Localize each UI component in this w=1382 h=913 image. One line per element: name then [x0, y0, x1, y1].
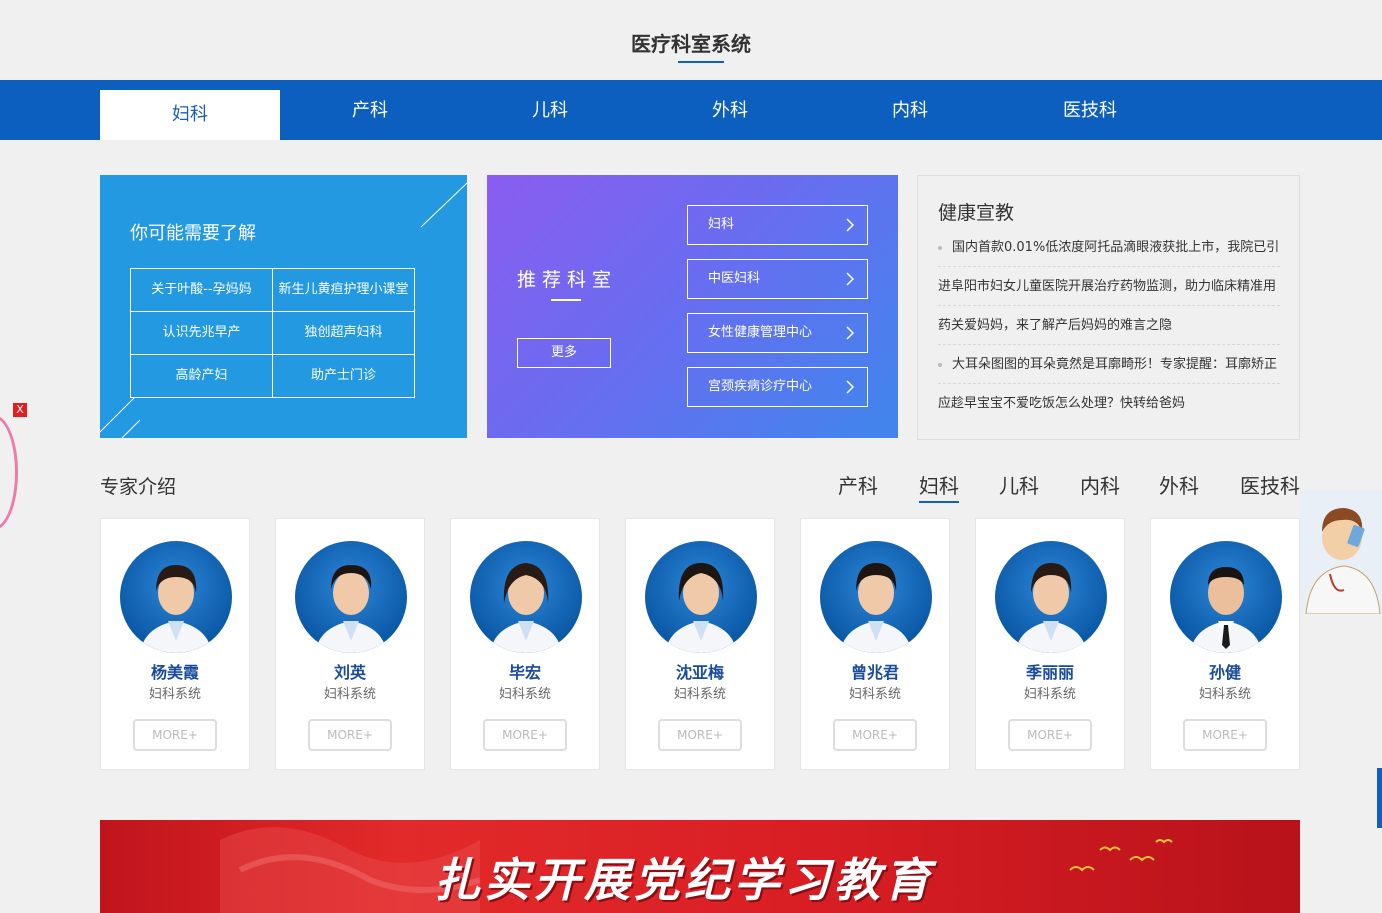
- expert-tab-obstetrics[interactable]: 产科: [838, 470, 878, 499]
- learn-item[interactable]: 独创超声妇科: [273, 312, 415, 355]
- doctor-name: 杨美霞: [150, 663, 199, 682]
- doctor-more-button[interactable]: MORE+: [133, 719, 217, 751]
- doctor-photo: [995, 541, 1107, 653]
- expert-tab-gynecology[interactable]: 妇科: [919, 470, 959, 503]
- recommend-item-label: 宫颈疾病诊疗中心: [708, 379, 813, 394]
- learn-item[interactable]: 关于叶酸--孕妈妈: [131, 269, 273, 312]
- floating-doctor-widget[interactable]: [1300, 490, 1382, 614]
- learn-item[interactable]: 助产士门诊: [273, 355, 415, 398]
- doctor-card[interactable]: 季丽丽 妇科系统 MORE+: [975, 518, 1125, 770]
- doctor-photo: [820, 541, 932, 653]
- department-nav: 妇科 产科 儿科 外科 内科 医技科: [0, 80, 1382, 140]
- doctor-name: 孙健: [1208, 663, 1241, 682]
- expert-tab-surgery[interactable]: 外科: [1159, 470, 1199, 499]
- doctor-dept: 妇科系统: [148, 687, 201, 702]
- news-item[interactable]: 药关爱妈妈，来了解产后妈妈的难言之隐: [938, 306, 1280, 345]
- learn-item[interactable]: 认识先兆早产: [131, 312, 273, 355]
- banner-slogan: 扎实开展党纪学习教育: [434, 853, 934, 907]
- chevron-right-icon: [846, 326, 855, 340]
- doctor-dept: 妇科系统: [1198, 687, 1251, 702]
- chevron-right-icon: [846, 380, 855, 394]
- close-icon[interactable]: X: [13, 403, 27, 417]
- news-title: 健康宣教: [938, 202, 1015, 224]
- party-education-banner[interactable]: 扎实开展党纪学习教育: [100, 820, 1300, 913]
- recommend-item-label: 女性健康管理中心: [708, 325, 813, 340]
- doctor-dept: 妇科系统: [323, 687, 376, 702]
- tab-surgery[interactable]: 外科: [640, 90, 820, 140]
- learn-grid: 关于叶酸--孕妈妈 新生儿黄疸护理小课堂 认识先兆早产 独创超声妇科 高龄产妇 …: [130, 268, 415, 398]
- tab-gynecology[interactable]: 妇科: [100, 90, 280, 140]
- recommend-item[interactable]: 宫颈疾病诊疗中心: [687, 367, 868, 407]
- doctor-card[interactable]: 杨美霞 妇科系统 MORE+: [100, 518, 250, 770]
- section-header: 医疗科室系统: [0, 0, 1382, 80]
- doctor-dept: 妇科系统: [498, 687, 551, 702]
- news-item[interactable]: 进阜阳市妇女儿童医院开展治疗药物监测，助力临床精准用: [938, 267, 1280, 306]
- recommend-item[interactable]: 妇科: [687, 205, 868, 245]
- tab-medical-technology[interactable]: 医技科: [1000, 90, 1180, 140]
- doctor-name: 刘英: [333, 663, 366, 682]
- learn-title: 你可能需要了解: [130, 223, 256, 244]
- doctor-photo: [295, 541, 407, 653]
- doctor-name: 曾兆君: [850, 663, 899, 682]
- doctor-card[interactable]: 刘英 妇科系统 MORE+: [275, 518, 425, 770]
- learn-item[interactable]: 高龄产妇: [131, 355, 273, 398]
- doctor-card[interactable]: 毕宏 妇科系统 MORE+: [450, 518, 600, 770]
- experts-title: 专家介绍: [100, 476, 177, 498]
- expert-tab-internal-medicine[interactable]: 内科: [1080, 470, 1120, 499]
- recommend-more-button[interactable]: 更多: [517, 338, 611, 368]
- recommend-card: 推荐科室 更多 妇科 中医妇科 女性健康管理中心 宫颈疾病诊疗中心: [487, 175, 898, 438]
- expert-tabs: 产科 妇科 儿科 内科 外科 医技科: [838, 470, 1300, 503]
- doctor-more-button[interactable]: MORE+: [658, 719, 742, 751]
- doctor-photo: [645, 541, 757, 653]
- recommend-title: 推荐科室: [517, 269, 618, 291]
- edge-scroll-indicator: [1377, 768, 1382, 828]
- decorative-line: [420, 182, 467, 228]
- expert-tab-medical-technology[interactable]: 医技科: [1240, 470, 1300, 499]
- news-item[interactable]: 大耳朵图图的耳朵竟然是耳廓畸形！专家提醒：耳廓矫正: [938, 345, 1280, 384]
- doctor-name: 沈亚梅: [675, 663, 724, 682]
- title-underline: [678, 61, 724, 63]
- doctor-card[interactable]: 沈亚梅 妇科系统 MORE+: [625, 518, 775, 770]
- section-title: 医疗科室系统: [631, 32, 751, 56]
- learn-item[interactable]: 新生儿黄疸护理小课堂: [273, 269, 415, 312]
- doctor-dept: 妇科系统: [673, 687, 726, 702]
- doctor-photo: [120, 541, 232, 653]
- decorative-line: [100, 398, 140, 438]
- doctor-dept: 妇科系统: [848, 687, 901, 702]
- doctor-more-button[interactable]: MORE+: [833, 719, 917, 751]
- doctor-dept: 妇科系统: [1023, 687, 1076, 702]
- expert-tab-pediatrics[interactable]: 儿科: [999, 470, 1039, 499]
- doctor-photo: [470, 541, 582, 653]
- recommend-divider: [551, 299, 581, 301]
- doctor-name: 季丽丽: [1025, 663, 1074, 682]
- chevron-right-icon: [846, 218, 855, 232]
- doctor-photo: [1170, 541, 1282, 653]
- doctor-card[interactable]: 孙健 妇科系统 MORE+: [1150, 518, 1300, 770]
- recommend-item[interactable]: 女性健康管理中心: [687, 313, 868, 353]
- doctor-more-button[interactable]: MORE+: [1183, 719, 1267, 751]
- tab-internal-medicine[interactable]: 内科: [820, 90, 1000, 140]
- news-item[interactable]: 应趁早宝宝不爱吃饭怎么处理？快转给爸妈: [938, 384, 1280, 423]
- recommend-item[interactable]: 中医妇科: [687, 259, 868, 299]
- doctor-cartoon-icon: [1300, 490, 1382, 614]
- doctor-name: 毕宏: [508, 663, 541, 682]
- doctor-more-button[interactable]: MORE+: [483, 719, 567, 751]
- tab-obstetrics[interactable]: 产科: [280, 90, 460, 140]
- health-education-card: 健康宣教 国内首款0.01%低浓度阿托品滴眼液获批上市，我院已引 进阜阳市妇女儿…: [917, 175, 1300, 440]
- floating-ad-ring[interactable]: [0, 415, 18, 530]
- doctor-more-button[interactable]: MORE+: [308, 719, 392, 751]
- doctor-more-button[interactable]: MORE+: [1008, 719, 1092, 751]
- learn-card: 你可能需要了解 关于叶酸--孕妈妈 新生儿黄疸护理小课堂 认识先兆早产 独创超声…: [100, 175, 467, 438]
- recommend-item-label: 妇科: [708, 217, 735, 232]
- tab-pediatrics[interactable]: 儿科: [460, 90, 640, 140]
- recommend-item-label: 中医妇科: [708, 271, 761, 286]
- news-item[interactable]: 国内首款0.01%低浓度阿托品滴眼液获批上市，我院已引: [938, 228, 1280, 267]
- birds-graphic: [1069, 839, 1173, 872]
- doctor-card[interactable]: 曾兆君 妇科系统 MORE+: [800, 518, 950, 770]
- chevron-right-icon: [846, 272, 855, 286]
